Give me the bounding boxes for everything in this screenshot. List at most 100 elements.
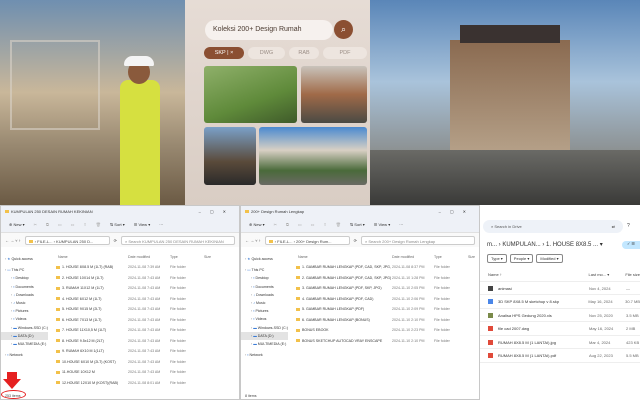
folder-row[interactable]: 11.HOUSE 10X12 M 2024-11-08 7:43 AM File f…: [50, 367, 239, 378]
cut-icon[interactable]: ✂: [34, 222, 37, 227]
filter-type[interactable]: Type ▾: [487, 254, 507, 263]
sidebar-item[interactable]: › ▪ Network: [1, 351, 48, 359]
column-last-modified[interactable]: Last mo...: [589, 272, 607, 277]
folder-row[interactable]: 3. GAMBAR RUMAH LENGKAP (PDF, SKP, JPG) 2…: [290, 283, 479, 294]
sidebar-item[interactable]: › ▪ Desktop: [241, 274, 288, 282]
copy-icon[interactable]: ⧉: [286, 222, 289, 227]
folder-row[interactable]: 5. GAMBAR RUMAH LENGKAP (PDF) 2024-11-10 …: [290, 304, 479, 315]
filter-people[interactable]: People ▾: [509, 254, 534, 263]
search-input[interactable]: ⌕ Search 200+ Design Rumah Lengkap: [361, 235, 475, 245]
paste-icon[interactable]: ▭: [58, 222, 62, 227]
chip-rab[interactable]: RAB: [289, 47, 319, 59]
column-name[interactable]: Name: [290, 253, 392, 262]
drive-file-row[interactable]: Analisa HPS Gedung 2020.xls Nov 25, 2020 3…: [480, 309, 640, 322]
sidebar-item[interactable]: › ▪ Documents: [241, 283, 288, 291]
column-size[interactable]: Size: [468, 253, 475, 262]
house-thumbnail[interactable]: [204, 66, 297, 123]
column-date[interactable]: Date modified: [128, 253, 170, 262]
view-button[interactable]: ☰ View ▾: [134, 222, 150, 227]
drive-search-input[interactable]: ⌕ Search in Drive ⇄: [483, 220, 623, 233]
sidebar-item[interactable]: › ▪ Pictures: [1, 307, 48, 315]
sort-button[interactable]: ⇅ Sort ▾: [350, 222, 365, 227]
rename-icon[interactable]: ▭: [311, 222, 315, 227]
folder-row[interactable]: 5. HOUSE 9X15 M (2LT) 2024-11-08 7:43 AM F…: [50, 304, 239, 315]
drive-file-row[interactable]: 3D SKP 8X8.5 M sketchup v 8.skp May 16, 2…: [480, 295, 640, 309]
share-icon[interactable]: ⇪: [83, 222, 86, 227]
folder-row[interactable]: 6. HOUSE 7X13 M (1LT) 2024-11-08 7:43 AM F…: [50, 315, 239, 326]
folder-row[interactable]: 3. RUMAH 11X12 M (1LT) 2024-11-08 7:43 AM…: [50, 283, 239, 294]
column-type[interactable]: Type: [170, 253, 204, 262]
drive-file-row[interactable]: RUMAH 8X8.5 M (1 LANTAI).pdf Aug 22, 2023…: [480, 349, 640, 363]
new-button[interactable]: ⊕ New ▾: [9, 222, 25, 227]
sidebar-item[interactable]: › ▪ Pictures: [241, 307, 288, 315]
nav-arrows[interactable]: ← → ˅ ↑: [245, 238, 261, 243]
paste-icon[interactable]: ▭: [298, 222, 302, 227]
sidebar-item[interactable]: › ▬ Windows-SSD (C:): [1, 324, 48, 332]
more-button[interactable]: ···: [399, 222, 403, 227]
help-icon[interactable]: ?: [627, 223, 630, 229]
sidebar-item[interactable]: › ↓ Downloads: [241, 291, 288, 299]
sidebar-item[interactable]: › ★ Quick access: [1, 255, 48, 263]
sidebar-item[interactable]: › ▬ DATA (D:): [241, 331, 288, 340]
sidebar-item[interactable]: › ▬ MULTIMEDIA (E:): [1, 340, 48, 348]
delete-icon[interactable]: 🗑: [96, 222, 101, 227]
column-name[interactable]: Name: [50, 253, 128, 262]
sidebar-item[interactable]: › ▬ MULTIMEDIA (E:): [241, 340, 288, 348]
folder-row[interactable]: 1. GAMBAR RUMAH LENGKAP (PDF, CAD, SKP, …: [290, 262, 479, 273]
sidebar-item[interactable]: › ▭ This PC: [1, 266, 48, 274]
folder-row[interactable]: BONUS EBOOK 2024-11-10 2:23 PM File folder: [290, 325, 479, 336]
list-view-toggle[interactable]: ✓ ☰: [622, 241, 640, 249]
window-controls[interactable]: –▢✕: [199, 209, 235, 214]
nav-arrows[interactable]: ← → ˅ ↑: [5, 238, 21, 243]
breadcrumb[interactable]: › FILE-L... › KUMPULAN 250 D...: [24, 235, 110, 245]
promo-search-box[interactable]: Koleksi 200+ Design Rumah: [205, 20, 333, 40]
drive-file-row[interactable]: RUMAH 8X8.5 M (1 LANTAI).jpg Mar 4, 2024 4…: [480, 336, 640, 349]
refresh-icon[interactable]: ⟳: [114, 238, 117, 243]
drive-breadcrumb[interactable]: m... › KUMPULAN... › 1. HOUSE 8X8.5 ... …: [487, 241, 603, 248]
house-thumbnail[interactable]: [204, 127, 256, 185]
house-thumbnail[interactable]: [301, 66, 367, 123]
sidebar-item[interactable]: › ▪ Videos: [241, 315, 288, 323]
sidebar-item[interactable]: › ▪ Documents: [1, 283, 48, 291]
window-controls[interactable]: –▢✕: [439, 209, 475, 214]
more-button[interactable]: ···: [159, 222, 163, 227]
folder-row[interactable]: 4. HOUSE 6X12 M (1LT) 2024-11-08 7:43 AM F…: [50, 294, 239, 305]
sidebar-item[interactable]: › ▪ Videos: [1, 315, 48, 323]
sidebar-item[interactable]: › ▬ DATA (D:): [1, 331, 48, 340]
sidebar-item[interactable]: › ♪ Music: [1, 299, 48, 307]
drive-file-row[interactable]: animasi Nov 4, 2024 —: [480, 282, 640, 295]
sidebar-item[interactable]: › ▭ This PC: [241, 266, 288, 274]
chip-pdf[interactable]: PDF: [323, 47, 367, 59]
folder-row[interactable]: 12.HOUSE 12X10 M (KOST)(RAB) 2024-11-08 8…: [50, 378, 239, 389]
view-button[interactable]: ☰ View ▾: [374, 222, 390, 227]
sort-button[interactable]: ⇅ Sort ▾: [110, 222, 125, 227]
search-icon[interactable]: ⌕: [334, 20, 353, 39]
folder-row[interactable]: 10.HOUSE 6X10 M (2LT) (KOST) 2024-11-08 7…: [50, 357, 239, 368]
sidebar-item[interactable]: › ▪ Desktop: [1, 274, 48, 282]
folder-row[interactable]: 6. GAMBAR RUMAH LENGKAP (BONUS) 2024-11-1…: [290, 315, 479, 326]
folder-row[interactable]: 7. HOUSE 11X10,5 M (1LT) 2024-11-08 7:43 …: [50, 325, 239, 336]
refresh-icon[interactable]: ⟳: [354, 238, 357, 243]
copy-icon[interactable]: ⧉: [46, 222, 49, 227]
folder-row[interactable]: 2. HOUSE 10X14 M (1LT) 2024-11-08 7:43 AM…: [50, 273, 239, 284]
sidebar-item[interactable]: › ↓ Downloads: [1, 291, 48, 299]
chip-skp[interactable]: SKP | ×: [204, 47, 244, 59]
sidebar-item[interactable]: › ▬ Windows-SSD (C:): [241, 324, 288, 332]
chip-dwg[interactable]: DWG: [248, 47, 285, 59]
house-thumbnail[interactable]: [259, 127, 367, 185]
new-button[interactable]: ⊕ New ▾: [249, 222, 265, 227]
column-type[interactable]: Type: [434, 253, 468, 262]
column-date[interactable]: Date modified: [392, 253, 434, 262]
sidebar-item[interactable]: › ★ Quick access: [241, 255, 288, 263]
drive-file-row[interactable]: file cad 2007.dwg May 16, 2024 2 MB: [480, 322, 640, 336]
folder-row[interactable]: 4. GAMBAR RUMAH LENGKAP (PDF, CAD) 2024-1…: [290, 294, 479, 305]
share-icon[interactable]: ⇪: [323, 222, 326, 227]
filter-modified[interactable]: Modified ▾: [536, 254, 563, 263]
sidebar-item[interactable]: › ♪ Music: [241, 299, 288, 307]
delete-icon[interactable]: 🗑: [336, 222, 341, 227]
column-file-size[interactable]: File size: [625, 268, 640, 281]
folder-row[interactable]: 8. HOUSE 9.5x12 M (2LT) 2024-11-08 7:43 A…: [50, 336, 239, 347]
rename-icon[interactable]: ▭: [71, 222, 75, 227]
cut-icon[interactable]: ✂: [274, 222, 277, 227]
folder-row[interactable]: 9. RUMAH 6X10 M 1(1LT) 2024-11-08 7:43 AM…: [50, 346, 239, 357]
